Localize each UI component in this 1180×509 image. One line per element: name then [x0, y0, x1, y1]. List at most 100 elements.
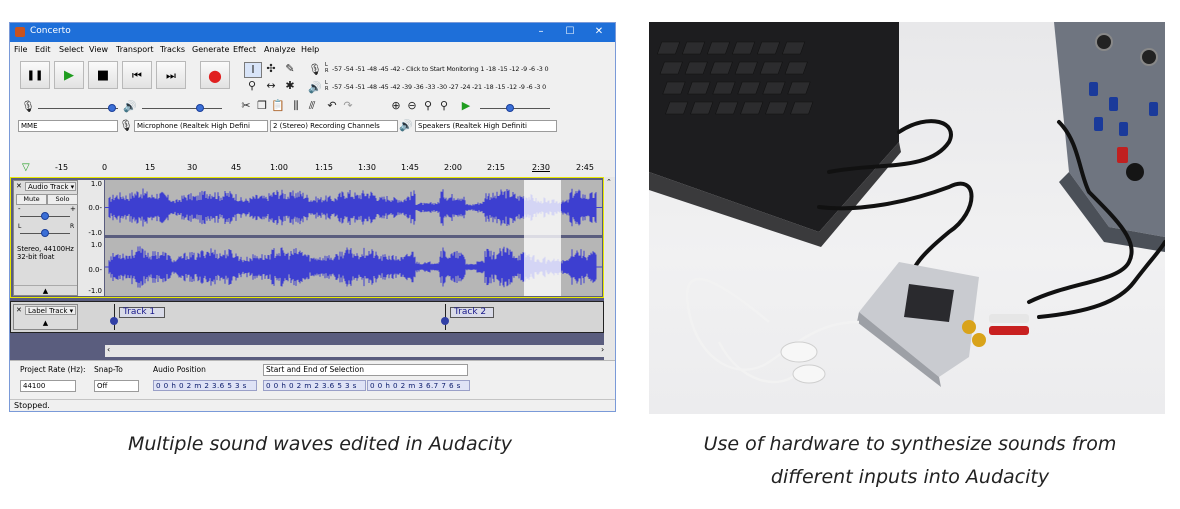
recording-device-select[interactable]: Microphone (Realtek High Defini	[134, 120, 268, 132]
fit-project-icon[interactable]: ⚲	[436, 99, 452, 113]
play-at-speed-icon[interactable]: ▶	[458, 99, 474, 113]
playback-device-select[interactable]: Speakers (Realtek High Definiti	[415, 120, 557, 132]
menu-effect[interactable]: Effect	[233, 45, 256, 54]
label-track-close-icon[interactable]: ✕	[16, 306, 22, 314]
play-volume-slider[interactable]	[142, 108, 222, 109]
close-button[interactable]: ✕	[587, 25, 611, 39]
recording-channels-select[interactable]: 2 (Stereo) Recording Channels	[270, 120, 398, 132]
label-1-pin[interactable]	[110, 317, 118, 325]
zoom-out-icon[interactable]: ⊖	[404, 99, 420, 113]
menu-view[interactable]: View	[89, 45, 108, 54]
solo-button[interactable]: Solo	[47, 194, 78, 205]
copy-icon[interactable]: ❐	[254, 99, 270, 113]
audio-host-select[interactable]: MME	[18, 120, 118, 132]
record-volume-knob[interactable]	[108, 104, 116, 112]
menu-tracks[interactable]: Tracks	[160, 45, 185, 54]
scroll-left-icon[interactable]: ‹	[107, 345, 110, 354]
paste-icon[interactable]: 📋	[270, 99, 286, 113]
stop-button[interactable]: ■	[88, 61, 118, 89]
label-track-2[interactable]: Track 2	[450, 307, 494, 318]
record-meter[interactable]: -57 -54 -51 -48 -45 -42 - Click to Start…	[332, 65, 615, 76]
play-button[interactable]: ▶	[54, 61, 84, 89]
record-button[interactable]: ●	[200, 61, 230, 89]
vertical-scrollbar[interactable]: ⌃ ⌄	[604, 177, 615, 360]
scroll-up-icon[interactable]: ⌃	[606, 178, 612, 186]
meter-r: R	[325, 68, 329, 74]
menu-help[interactable]: Help	[301, 45, 319, 54]
gain-knob[interactable]	[41, 212, 49, 220]
menu-transport[interactable]: Transport	[116, 45, 154, 54]
selection-mode-select[interactable]: Start and End of Selection	[263, 364, 468, 376]
label-track-menu[interactable]: Label Track ▾	[25, 306, 76, 315]
speaker-icon[interactable]: 🔊	[307, 81, 323, 95]
play-speed-knob[interactable]	[506, 104, 514, 112]
audio-track-close-icon[interactable]: ✕	[16, 182, 22, 190]
menu-file[interactable]: File	[14, 45, 27, 54]
title-bar: Concerto – ☐ ✕	[10, 23, 615, 42]
pause-button[interactable]: ❚❚	[20, 61, 50, 89]
snap-to-select[interactable]: Off	[94, 380, 139, 392]
pan-knob[interactable]	[41, 229, 49, 237]
menu-edit[interactable]: Edit	[35, 45, 51, 54]
audio-position-field[interactable]: 0 0 h 0 2 m 2 3.6 5 3 s	[153, 380, 257, 391]
tools-toolbar: I ✣ ✎ ⚲ ↔ ✱	[242, 61, 302, 95]
fit-selection-icon[interactable]: ⚲	[420, 99, 436, 113]
skip-end-button[interactable]: ⏭	[156, 61, 186, 89]
project-rate-select[interactable]: 44100	[20, 380, 76, 392]
record-volume-slider[interactable]	[38, 108, 118, 109]
ruler-tick: 1:15	[315, 163, 333, 172]
mute-button[interactable]: Mute	[16, 194, 47, 205]
label-track-name: Label Track	[28, 307, 68, 315]
zoom-in-icon[interactable]: ⊕	[388, 99, 404, 113]
gain-minus-label: -	[18, 205, 21, 213]
timeshift-tool-icon[interactable]: ↔	[263, 79, 279, 93]
selection-end-field[interactable]: 0 0 h 0 2 m 3 6.7 7 6 s	[367, 380, 470, 391]
undo-icon[interactable]: ↶	[324, 99, 340, 113]
trim-icon[interactable]: ⫼	[288, 99, 304, 113]
play-meter[interactable]: -57 -54 -51 -48 -45 -42 -39 -36 -33 -30 …	[332, 83, 615, 94]
silence-icon[interactable]: ⫻	[304, 99, 320, 113]
multi-tool-icon[interactable]: ✱	[282, 79, 298, 93]
record-meter-prompt[interactable]: Click to Start Monitoring	[406, 65, 479, 73]
snap-to-label: Snap-To	[94, 365, 123, 374]
scale-label: 1.0	[90, 241, 102, 249]
menu-analyze[interactable]: Analyze	[264, 45, 296, 54]
maximize-button[interactable]: ☐	[558, 25, 582, 39]
label-2-pin[interactable]	[441, 317, 449, 325]
menu-select[interactable]: Select	[59, 45, 84, 54]
scale-label: 0.0-	[88, 204, 102, 212]
ruler-tick: 15	[145, 163, 156, 172]
play-volume-knob[interactable]	[196, 104, 204, 112]
skip-end-icon: ⏭	[166, 69, 176, 82]
selection-tool-icon[interactable]: I	[244, 62, 262, 78]
hardware-photo	[649, 22, 1165, 414]
audio-track-control-panel: ✕ Audio Track ▾ Mute Solo - + L R Stereo…	[13, 180, 78, 296]
scroll-right-icon[interactable]: ›	[601, 345, 604, 354]
timeline-play-head-icon[interactable]: ▽	[22, 162, 30, 173]
cut-icon[interactable]: ✂	[238, 99, 254, 113]
label-track-1[interactable]: Track 1	[119, 307, 165, 318]
scale-label: 1.0	[90, 180, 102, 188]
draw-tool-icon[interactable]: ✎	[282, 62, 298, 76]
caption-left: Multiple sound waves edited in Audacity	[127, 433, 513, 455]
minimize-button[interactable]: –	[529, 25, 553, 39]
skip-start-button[interactable]: ⏮	[122, 61, 152, 89]
label-track-area[interactable]: Track 1 Track 2	[105, 304, 602, 330]
redo-icon[interactable]: ↷	[340, 99, 356, 113]
microphone-icon[interactable]: 🎙	[307, 63, 323, 77]
label-track-collapse-icon[interactable]: ▲	[14, 319, 77, 327]
selection-start-field[interactable]: 0 0 h 0 2 m 2 3.6 5 3 s	[263, 380, 366, 391]
meter-r: R	[325, 86, 329, 92]
play-speed-slider[interactable]	[480, 108, 550, 109]
menu-generate[interactable]: Generate	[192, 45, 229, 54]
gain-plus-label: +	[70, 205, 76, 213]
envelope-tool-icon[interactable]: ✣	[263, 62, 279, 76]
timeline-ruler[interactable]: ▽ -15 0 15 30 45 1:00 1:15 1:30 1:45 2:0…	[10, 160, 615, 178]
horizontal-scrollbar[interactable]: ‹ ›	[105, 345, 615, 357]
track-format-info: Stereo, 44100Hz 32-bit float	[17, 245, 74, 261]
ruler-tick: 2:15	[487, 163, 505, 172]
selection-region[interactable]	[524, 180, 561, 296]
collapse-track-icon[interactable]: ▲	[14, 285, 77, 296]
zoom-tool-icon[interactable]: ⚲	[244, 79, 260, 93]
audio-track-menu[interactable]: Audio Track ▾	[25, 182, 76, 191]
